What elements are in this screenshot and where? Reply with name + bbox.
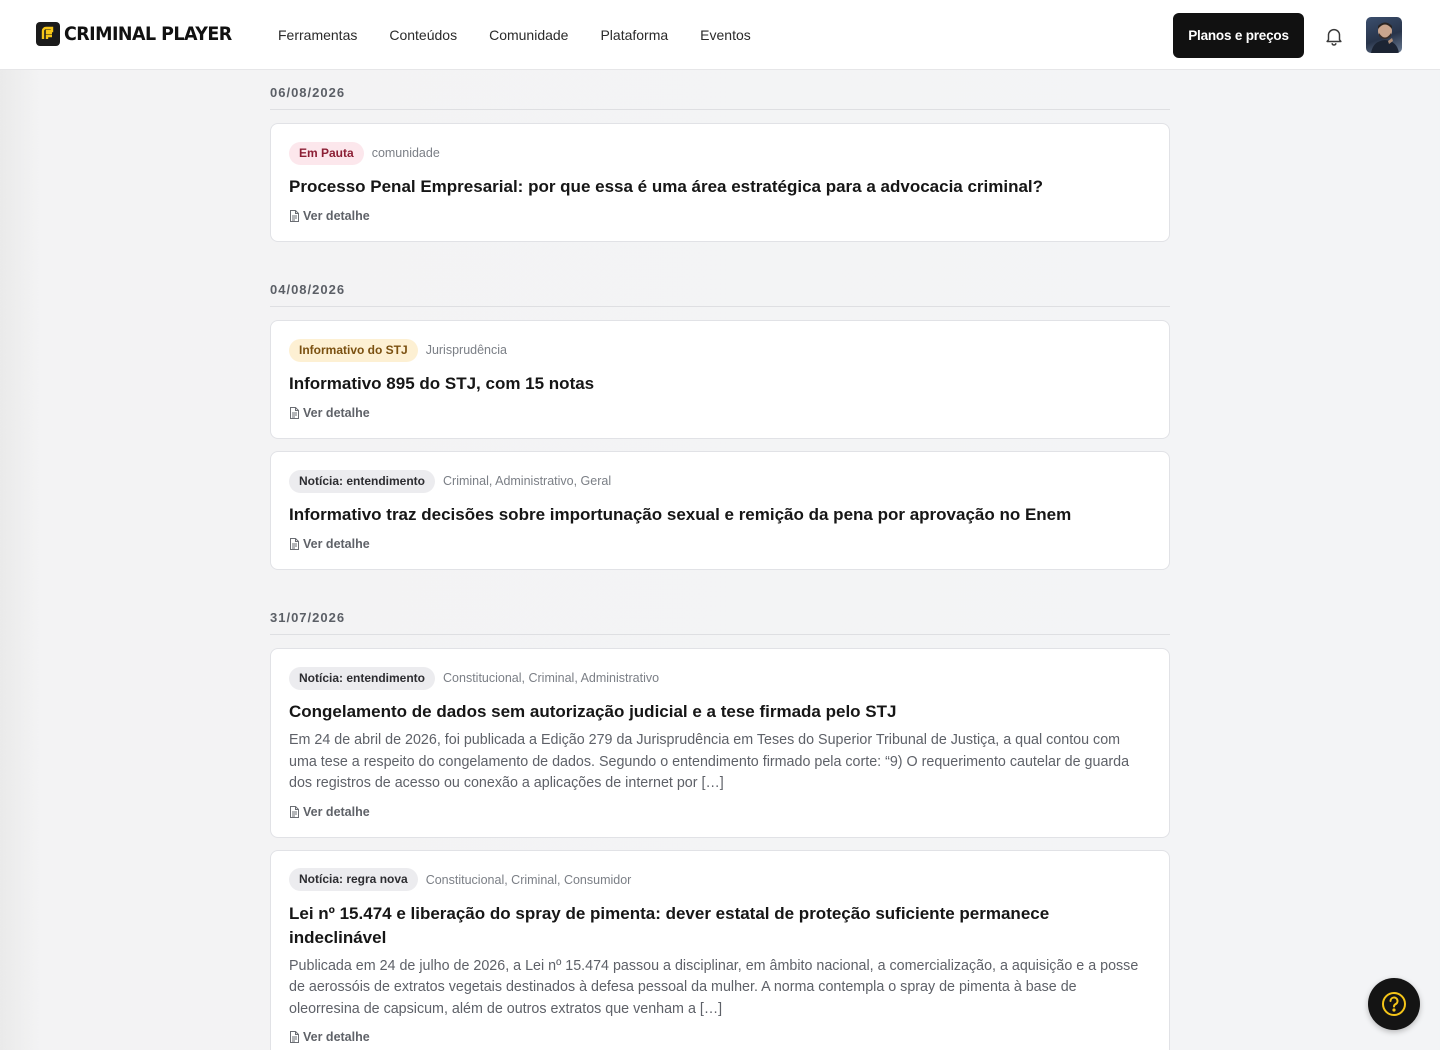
category-list: comunidade — [371, 146, 440, 160]
nav-item-comunidade[interactable]: Comunidade — [473, 27, 584, 43]
category-list: Constitucional, Criminal, Administrativo — [443, 671, 660, 685]
view-detail-label: Ver detalhe — [303, 804, 370, 819]
nav-item-eventos[interactable]: Eventos — [684, 27, 767, 43]
feed-card[interactable]: Notícia: entendimento Criminal, Administ… — [270, 451, 1170, 570]
card-title[interactable]: Congelamento de dados sem autorização ju… — [289, 700, 1151, 724]
card-title[interactable]: Lei nº 15.474 e liberação do spray de pi… — [289, 902, 1151, 950]
date-group: 31/07/2026 Notícia: entendimento Constit… — [270, 610, 1170, 1050]
document-icon — [290, 210, 299, 222]
view-detail-link[interactable]: Ver detalhe — [289, 805, 1151, 819]
nav-item-ferramentas[interactable]: Ferramentas — [262, 27, 373, 43]
feed-card[interactable]: Em Pauta comunidade Processo Penal Empre… — [270, 123, 1170, 242]
date-group: 04/08/2026 Informativo do STJ Jurisprudê… — [270, 282, 1170, 570]
category-badge[interactable]: Notícia: regra nova — [289, 868, 418, 891]
user-avatar[interactable] — [1366, 17, 1402, 53]
feed-card[interactable]: Notícia: regra nova Constitucional, Crim… — [270, 849, 1170, 1050]
view-detail-link[interactable]: Ver detalhe — [289, 1030, 1151, 1044]
date-group: 06/08/2026 Em Pauta comunidade Processo … — [270, 70, 1170, 242]
card-excerpt: Em 24 de abril de 2026, foi publicada a … — [289, 732, 1130, 791]
help-button[interactable] — [1368, 978, 1420, 1030]
date-heading: 04/08/2026 — [270, 282, 1170, 307]
category-badge[interactable]: Informativo do STJ — [289, 338, 418, 362]
card-title[interactable]: Informativo 895 do STJ, com 15 notas — [289, 372, 1151, 396]
top-navigation-bar: CRIMINAL PLAYER Ferramentas Conteúdos Co… — [0, 0, 1440, 70]
date-heading: 06/08/2026 — [270, 85, 1170, 110]
view-detail-link[interactable]: Ver detalhe — [289, 406, 1151, 420]
view-detail-label: Ver detalhe — [303, 209, 370, 223]
news-feed: 06/08/2026 Em Pauta comunidade Processo … — [270, 70, 1170, 1050]
category-badge[interactable]: Em Pauta — [289, 141, 364, 165]
document-icon — [290, 805, 299, 818]
document-icon — [290, 538, 299, 550]
view-detail-label: Ver detalhe — [303, 1030, 370, 1044]
view-detail-link[interactable]: Ver detalhe — [289, 209, 1151, 223]
category-list: Constitucional, Criminal, Consumidor — [425, 872, 632, 887]
logo-text: CRIMINAL PLAYER — [64, 23, 232, 45]
view-detail-label: Ver detalhe — [303, 537, 370, 551]
card-title[interactable]: Processo Penal Empresarial: por que essa… — [289, 175, 1151, 199]
document-icon — [290, 407, 299, 419]
help-question-icon — [1382, 992, 1406, 1016]
logo[interactable]: CRIMINAL PLAYER — [36, 22, 246, 46]
category-list: Criminal, Administrativo, Geral — [443, 474, 612, 488]
category-badge[interactable]: Notícia: entendimento — [289, 469, 436, 493]
card-title[interactable]: Informativo traz decisões sobre importun… — [289, 503, 1151, 527]
document-icon — [290, 1031, 299, 1043]
criminal-player-logo-icon — [36, 22, 60, 46]
feed-card[interactable]: Notícia: entendimento Constitucional, Cr… — [270, 648, 1170, 838]
view-detail-link[interactable]: Ver detalhe — [289, 537, 1151, 551]
category-list: Jurisprudência — [425, 343, 507, 357]
nav-item-conteudos[interactable]: Conteúdos — [373, 27, 473, 43]
view-detail-label: Ver detalhe — [303, 406, 370, 420]
feed-card[interactable]: Informativo do STJ Jurisprudência Inform… — [270, 320, 1170, 439]
main-nav: Ferramentas Conteúdos Comunidade Platafo… — [262, 0, 767, 70]
bell-icon[interactable] — [1323, 25, 1345, 47]
category-badge[interactable]: Notícia: entendimento — [289, 666, 436, 690]
nav-item-plataforma[interactable]: Plataforma — [584, 27, 684, 43]
plans-pricing-button[interactable]: Planos e preços — [1173, 13, 1304, 58]
card-excerpt: Publicada em 24 de julho de 2026, a Lei … — [289, 957, 1139, 1017]
date-heading: 31/07/2026 — [270, 610, 1170, 635]
